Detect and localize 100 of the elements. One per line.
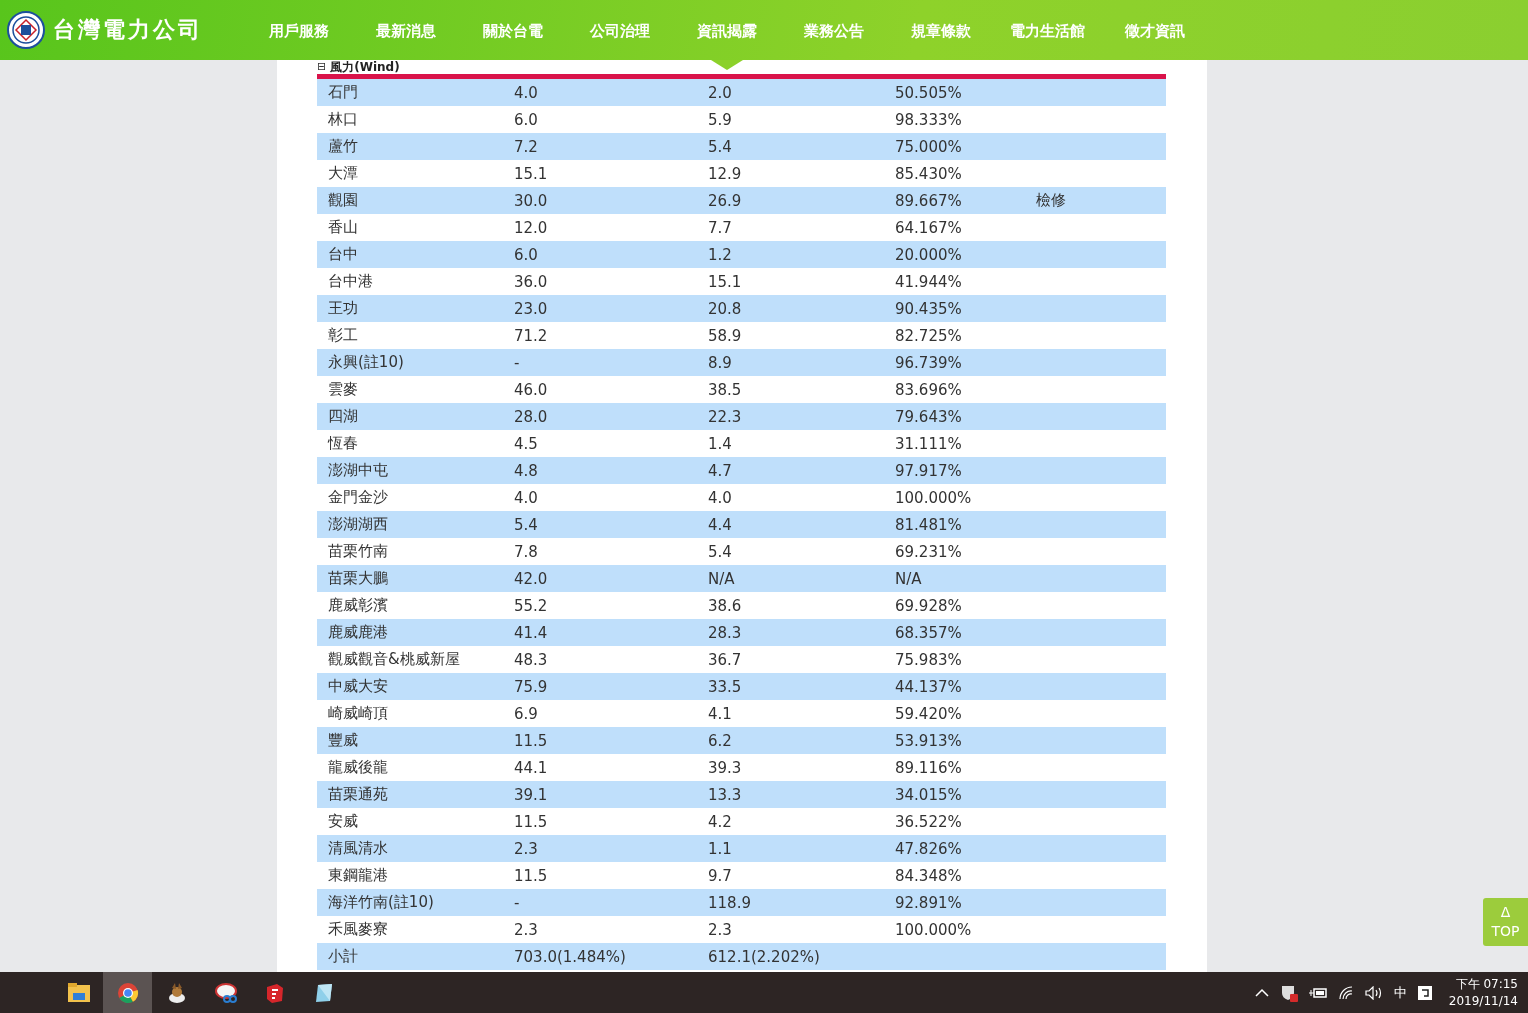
table-cell-text: 23.0 [514,299,549,318]
table-cell-text: 豐威 [327,731,359,750]
table-cell-text: 恆春 [326,434,359,453]
table-cell-text: 5.4 [514,515,539,534]
table-cell-text: 6.2 [708,731,733,750]
nav-link[interactable]: 關於台電 [459,0,566,60]
table-cell-text: 苗栗竹南 [327,542,389,561]
table-cell-text: 鹿威鹿港 [327,623,389,642]
table-cell-text: 28.0 [514,407,549,426]
table-cell-text: 83.696% [895,380,963,399]
table-cell-text: 台中 [327,245,359,264]
table-cell-text: 觀威觀音&桃威新屋 [327,650,461,669]
nav-link[interactable]: 公司治理 [566,0,673,60]
table-cell-text: 53.913% [895,731,963,750]
table-cell-text: 1.2 [708,245,733,264]
table-cell-text: 7.2 [514,137,539,156]
table-cell-text: 11.5 [514,812,549,831]
table-cell-text: 中威大安 [327,677,389,696]
table-cell-text: 6.9 [514,704,539,723]
table-cell-text: 4.4 [708,515,733,534]
table-cell-text: 612.1(2.202%) [708,947,821,966]
table-cell-text: 5.9 [708,110,733,129]
table-cell-text: 5.4 [708,137,733,156]
table-cell-text: 92.891% [895,893,963,912]
browser-icon[interactable] [103,972,152,1013]
nav-link[interactable]: 資訊揭露 [673,0,780,60]
table-cell-text: 安威 [327,812,359,831]
table-cell-text: 96.739% [895,353,963,372]
table-cell-text: 98.333% [895,110,963,129]
logo-icon[interactable] [7,11,45,49]
table-cell-text: 20.8 [708,299,743,318]
table-cell-text: 4.0 [708,488,733,507]
table-cell-text: 69.231% [895,542,963,561]
table-cell-text: 41.944% [895,272,963,291]
nav-link[interactable]: 用戶服務 [245,0,352,60]
nav-link[interactable]: 電力生活館 [994,0,1101,60]
table-cell-text: 79.643% [895,407,963,426]
table-cell-text: 9.7 [708,866,733,885]
table-cell-text: N/A [895,569,923,588]
table-cell-text: 44.1 [514,758,549,777]
table-cell-text: 36.522% [895,812,963,831]
collapse-toggle[interactable]: ⊟ [317,60,327,74]
table-cell-text: 13.3 [708,785,743,804]
table-cell-text: 59.420% [895,704,963,723]
table-cell-text: 26.9 [708,191,743,210]
table-cell-text: 55.2 [514,596,549,615]
table-cell-text: 7.7 [708,218,733,237]
table-cell-text: 2.3 [708,920,733,939]
back-to-top-button[interactable]: Δ TOP [1483,898,1528,946]
table-cell-text: 台中港 [327,272,374,291]
table-cell-text: 22.3 [708,407,743,426]
table-cell-text: 89.116% [895,758,963,777]
nav-link[interactable]: 業務公告 [780,0,887,60]
table-cell-text: 36.0 [514,272,549,291]
table-cell-text: 大潭 [327,164,359,183]
wifi-icon[interactable] [1337,985,1354,1000]
table-cell-text: 38.6 [708,596,743,615]
table-cell-text: 雲麥 [327,380,359,399]
table-cell-text: 蘆竹 [327,137,359,156]
section-title: 風力(Wind) [330,60,400,74]
table-cell-text: 4.0 [514,83,539,102]
shield-alert-icon[interactable] [1279,983,1298,1002]
company-name[interactable]: 台灣電力公司 [53,15,203,45]
table-cell-text: 33.5 [708,677,743,696]
table-cell-text: 81.481% [895,515,963,534]
nav-link[interactable]: 最新消息 [352,0,459,60]
table-cell-text: 4.5 [514,434,539,453]
table-cell-text: 8.9 [708,353,733,372]
table-cell-text: 小計 [327,947,359,966]
table-cell-text: 36.7 [708,650,743,669]
table-cell-text: 1.1 [708,839,733,858]
input-method-indicator[interactable]: 中 [1393,983,1407,1002]
table-cell-text: 鹿威彰濱 [327,596,389,615]
table-cell-text: 39.1 [514,785,549,804]
table-cell-text: N/A [708,569,736,588]
table-cell-text: 75.9 [514,677,549,696]
table-cell-text: 44.137% [895,677,963,696]
nav-link[interactable]: 徵才資訊 [1101,0,1208,60]
clock-date[interactable]: 2019/11/14 [1448,992,1518,1010]
table-cell-text: 34.015% [895,785,963,804]
table-cell-text: 82.725% [895,326,963,345]
notification-icon[interactable] [1417,985,1432,1000]
table-cell-text: 澎湖中屯 [327,461,389,480]
battery-icon[interactable] [1308,986,1327,999]
table-cell-text: 香山 [327,218,359,237]
table-cell-text: 64.167% [895,218,963,237]
table-cell-text: 6.0 [514,110,539,129]
table-cell-text: 46.0 [514,380,549,399]
table-cell-text: 41.4 [514,623,549,642]
table-cell-text: 四湖 [327,407,359,426]
table-cell-text: 海洋竹南(註10) [327,893,435,912]
clock-time[interactable]: 下午 07:15 [1455,975,1518,993]
table-cell-text: 48.3 [514,650,549,669]
chevron-up-icon[interactable] [1254,987,1269,998]
nav-link[interactable]: 規章條款 [887,0,994,60]
table-cell-text: 15.1 [514,164,549,183]
table-cell-text: 12.0 [514,218,549,237]
speaker-icon[interactable] [1364,985,1383,1000]
table-cell-text: 2.3 [514,920,539,939]
table-cell-text: 苗栗通苑 [327,785,389,804]
